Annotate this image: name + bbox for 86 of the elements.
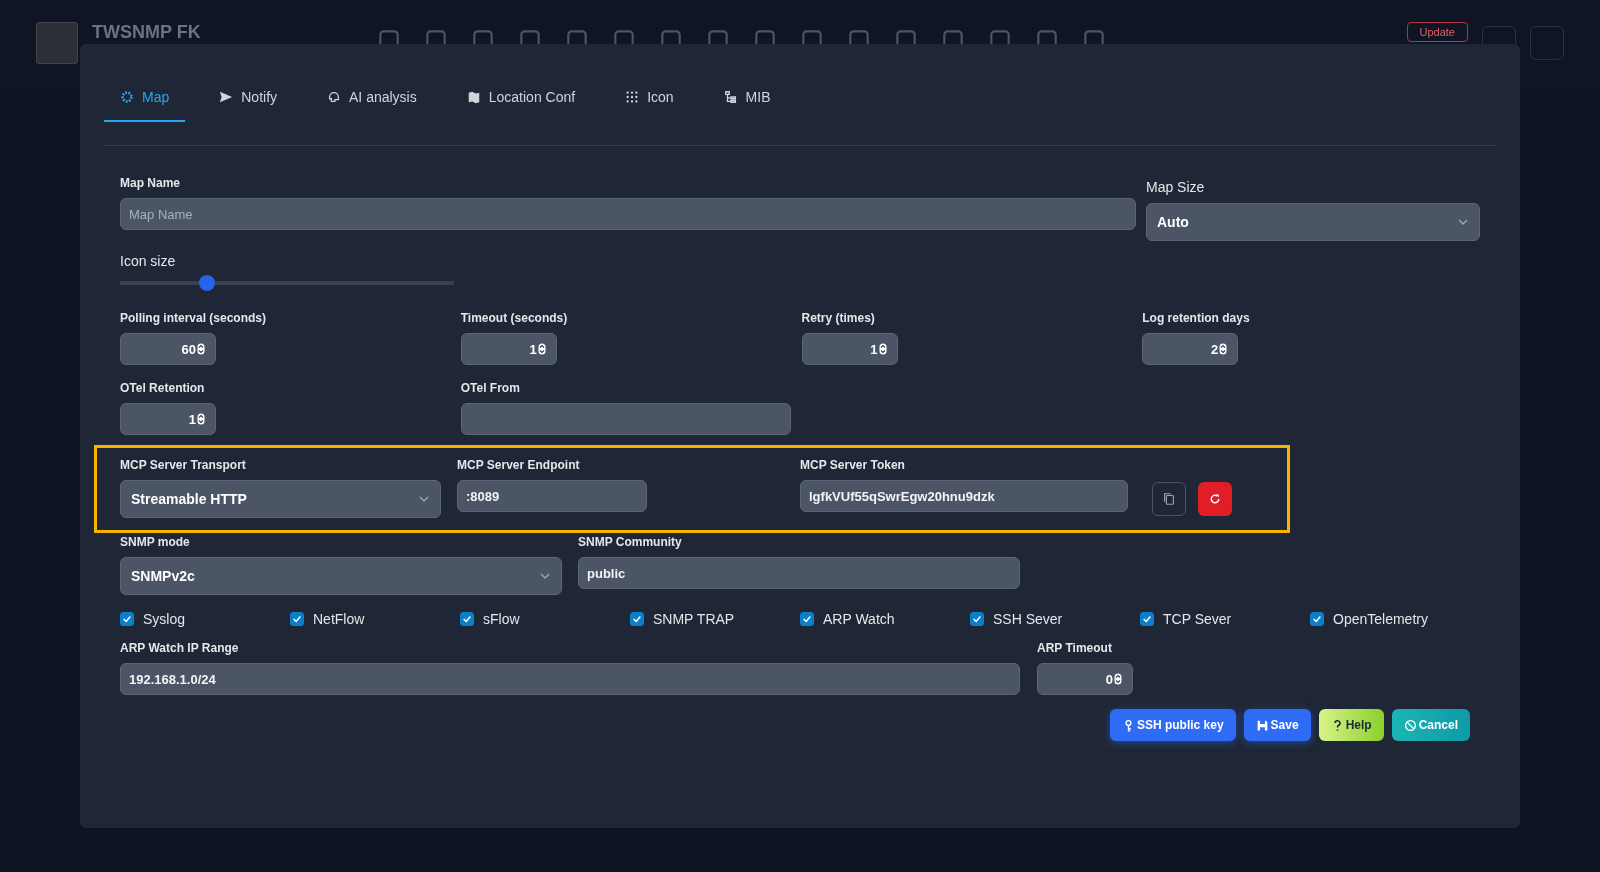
- field-label: OTel Retention: [120, 381, 206, 395]
- community-field[interactable]: public: [578, 557, 1020, 589]
- chevron-down-icon: [418, 493, 430, 505]
- checkmark-icon: [972, 614, 982, 624]
- checkmark-icon: [122, 614, 132, 624]
- checkbox-option[interactable]: OpenTelemetry: [1310, 611, 1428, 627]
- field-label: SNMP Community: [578, 535, 683, 549]
- checkbox-option[interactable]: Syslog: [120, 611, 186, 627]
- logo-icon: [36, 22, 78, 64]
- checkbox[interactable]: [630, 612, 644, 626]
- checkbox[interactable]: [800, 612, 814, 626]
- checkbox[interactable]: [120, 612, 134, 626]
- number-field[interactable]: 2: [1142, 333, 1239, 365]
- field-label: SNMP mode: [120, 535, 191, 549]
- endpoint-field[interactable]: :8089: [457, 480, 647, 512]
- spinner-icon[interactable]: [197, 343, 205, 355]
- tab[interactable]: Icon: [609, 74, 690, 122]
- snmp-mode-select[interactable]: SNMPv2c: [120, 557, 562, 595]
- refresh-button[interactable]: [1198, 482, 1232, 516]
- copy-icon: [1162, 492, 1176, 506]
- field-label: MCP Server Token: [800, 458, 906, 472]
- checkbox[interactable]: [1140, 612, 1154, 626]
- checkmark-icon: [1142, 614, 1152, 624]
- tab[interactable]: AI analysis: [311, 74, 433, 122]
- checkmark-icon: [802, 614, 812, 624]
- copy-button[interactable]: [1152, 482, 1186, 516]
- field-label: MCP Server Transport: [120, 458, 247, 472]
- chevron-down-icon: [1457, 216, 1469, 228]
- slider-thumb[interactable]: [198, 275, 215, 291]
- field-label: Map Size: [1146, 179, 1206, 195]
- map-name-field[interactable]: Map Name: [120, 198, 1136, 230]
- transport-select[interactable]: Streamable HTTP: [120, 480, 441, 518]
- send-icon: [219, 90, 234, 104]
- field-label: Icon size: [120, 253, 177, 269]
- spinner-icon[interactable]: [537, 343, 546, 355]
- checkmark-icon: [1312, 614, 1322, 624]
- token-field[interactable]: lgfkVUf55qSwrEgw20hnu9dzk: [800, 480, 1128, 512]
- tab[interactable]: Location Conf: [450, 74, 592, 122]
- spinner-icon[interactable]: [197, 413, 205, 425]
- checkbox[interactable]: [1310, 612, 1324, 626]
- checkbox-option[interactable]: ARP Watch: [800, 611, 895, 627]
- app-title: TWSNMP FK: [92, 22, 202, 42]
- spinner-icon[interactable]: [1219, 343, 1228, 355]
- tab[interactable]: MIB: [707, 74, 787, 122]
- number-field[interactable]: 1: [460, 333, 557, 365]
- checkbox-option[interactable]: sFlow: [460, 611, 520, 627]
- map-size-select[interactable]: Auto: [1146, 203, 1480, 241]
- number-field[interactable]: 0: [1037, 663, 1133, 695]
- field-label: Log retention days: [1142, 311, 1251, 325]
- otel-from-field[interactable]: [460, 403, 791, 435]
- ssh-key-button[interactable]: SSH public key: [1109, 709, 1236, 741]
- checkmark-icon: [462, 614, 472, 624]
- field-label: OTel From: [460, 381, 521, 395]
- chevron-down-icon: [539, 570, 551, 582]
- checkmark-icon: [632, 614, 642, 624]
- number-field[interactable]: 1: [120, 403, 216, 435]
- checkbox-option[interactable]: SNMP TRAP: [630, 611, 735, 627]
- save-button[interactable]: Save: [1243, 709, 1311, 741]
- checkmark-icon: [292, 614, 302, 624]
- number-field[interactable]: 1: [801, 333, 898, 365]
- grid-icon: [625, 90, 640, 104]
- field-label: Retry (times): [801, 311, 876, 325]
- tab[interactable]: Notify: [203, 74, 294, 122]
- update-button[interactable]: Update: [1406, 22, 1468, 42]
- number-field[interactable]: 60: [120, 333, 216, 365]
- checkbox-option[interactable]: NetFlow: [290, 611, 365, 627]
- checkbox-option[interactable]: TCP Sever: [1140, 611, 1232, 627]
- map-icon: [466, 90, 481, 104]
- checkbox-option[interactable]: SSH Sever: [970, 611, 1063, 627]
- field-label: ARP Timeout: [1037, 641, 1113, 655]
- checkbox[interactable]: [970, 612, 984, 626]
- field-label: MCP Server Endpoint: [457, 458, 581, 472]
- spinner-icon[interactable]: [1114, 673, 1122, 685]
- tab[interactable]: Map: [104, 74, 186, 122]
- ban-icon: [1403, 718, 1417, 732]
- field-label: Map Name: [120, 176, 182, 190]
- arp-range-field[interactable]: 192.168.1.0/24: [120, 663, 1020, 695]
- tree-icon: [723, 90, 738, 104]
- help-button[interactable]: Help: [1318, 709, 1384, 741]
- checkbox[interactable]: [290, 612, 304, 626]
- refresh-icon: [1209, 493, 1221, 505]
- field-label: Timeout (seconds): [460, 311, 569, 325]
- checkbox[interactable]: [460, 612, 474, 626]
- field-label: ARP Watch IP Range: [120, 641, 240, 655]
- field-label: Polling interval (seconds): [120, 311, 268, 325]
- spinner-icon[interactable]: [878, 343, 887, 355]
